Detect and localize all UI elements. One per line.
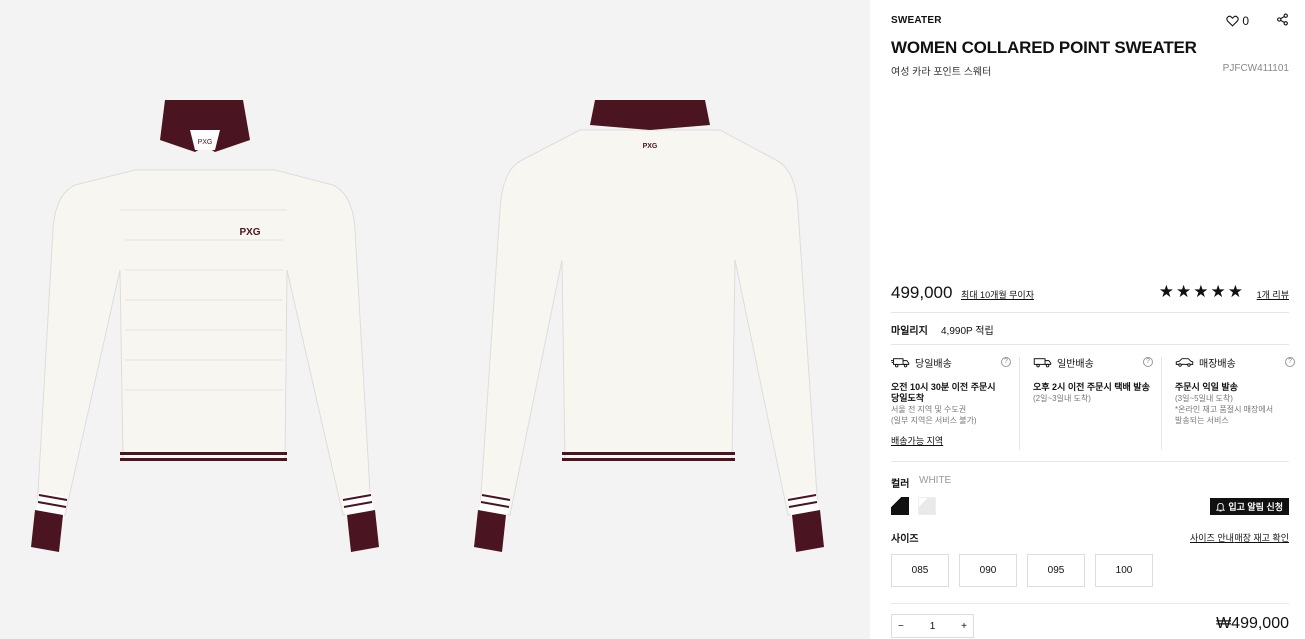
size-option-095[interactable]: 095 [1027,554,1085,587]
delivery-option-same-day: 당일배송 ? 오전 10시 30분 이전 주문시 당일도착 서울 전 지역 및 … [891,355,1015,450]
car-icon [1175,358,1194,367]
label-logo: PXG [198,139,213,146]
help-icon[interactable]: ? [1285,357,1295,367]
delivery-subtitle: (3일~5일내 도착) *온라인 재고 품절시 매장에서 발송되는 서비스 [1175,394,1274,425]
divider [1161,357,1162,450]
divider [891,461,1289,462]
divider [891,344,1289,345]
selected-color: WHITE [919,475,952,486]
like-count: 0 [1242,14,1249,28]
product-image-back[interactable]: PXG [470,90,830,560]
delivery-area-link[interactable]: 배송가능 지역 [891,434,1015,447]
delivery-subtitle: (2일~3일내 도착) [1033,394,1091,403]
delivery-name: 매장배송 [1199,359,1236,370]
delivery-option-standard: 일반배송 ? 오후 2시 이전 주문시 택배 발송 (2일~3일내 도착) [1033,355,1157,450]
size-option-100[interactable]: 100 [1095,554,1153,587]
quantity-decrease-button[interactable]: − [898,621,904,632]
total-price: ₩499,000 [1216,615,1289,632]
mileage-label: 마일리지 [891,326,928,337]
bell-icon [1216,502,1226,511]
color-swatch-white[interactable] [918,497,936,515]
product-info-panel: SWEATER 0 WOMEN COLLARED POINT SWEATER 여… [891,0,1295,639]
fast-truck-icon [891,358,910,368]
review-link[interactable]: 1개 리뷰 [1257,288,1289,301]
share-icon[interactable] [1276,13,1289,26]
delivery-name: 일반배송 [1057,359,1094,370]
divider [891,603,1289,604]
divider [1019,357,1020,450]
like-button[interactable]: 0 [1226,14,1249,28]
installment-link[interactable]: 최대 10개월 무이자 [961,288,1034,301]
store-stock-link[interactable]: 매장 재고 확인 [1234,531,1289,544]
restock-alert-label: 입고 알림 신청 [1228,502,1283,512]
quantity-value[interactable]: 1 [930,621,936,632]
delivery-title: 오후 2시 이전 주문시 택배 발송 [1033,382,1150,392]
rating-stars: ★★★★★ [1158,282,1245,301]
product-price: 499,000 [891,283,953,302]
help-icon[interactable]: ? [1001,357,1011,367]
divider [891,312,1289,313]
quantity-increase-button[interactable]: + [961,621,967,632]
mileage-value: 4,990P 적립 [941,326,994,337]
product-subtitle: 여성 카라 포인트 스웨터 [891,67,992,78]
back-logo: PXG [643,143,658,150]
size-guide-link[interactable]: 사이즈 안내 [1190,531,1234,544]
truck-icon [1033,358,1052,368]
size-option-090[interactable]: 090 [959,554,1017,587]
size-label: 사이즈 [891,534,919,545]
restock-alert-button[interactable]: 입고 알림 신청 [1210,498,1289,515]
delivery-name: 당일배송 [915,359,952,370]
delivery-subtitle: 서울 전 지역 및 수도권 (일부 지역은 서비스 불가) [891,405,977,425]
product-gallery: PXG PXG PXG [0,0,870,639]
delivery-option-store: 매장배송 ? 주문시 익일 발송 (3일~5일내 도착) *온라인 재고 품절시… [1175,355,1299,450]
color-label: 컬러 [891,479,910,490]
product-sku: PJFCW411101 [1222,63,1289,74]
quantity-stepper: − 1 + [891,614,974,638]
product-title: WOMEN COLLARED POINT SWEATER [891,38,1197,57]
heart-icon [1226,15,1240,27]
delivery-title: 오전 10시 30분 이전 주문시 당일도착 [891,382,996,403]
chest-logo: PXG [239,227,260,238]
help-icon[interactable]: ? [1143,357,1153,367]
product-image-front[interactable]: PXG PXG [25,90,385,560]
size-option-085[interactable]: 085 [891,554,949,587]
color-swatch-black[interactable] [891,497,909,515]
delivery-title: 주문시 익일 발송 [1175,382,1238,392]
product-category: SWEATER [891,15,942,26]
